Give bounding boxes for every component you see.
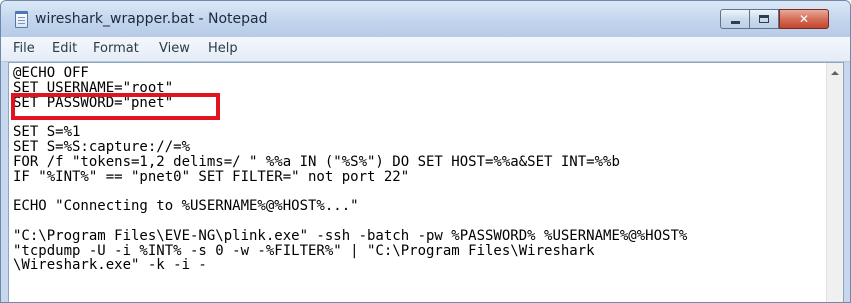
maximize-icon: [759, 15, 769, 23]
title-bar[interactable]: wireshark_wrapper.bat - Notepad ✕: [1, 1, 850, 37]
text-area[interactable]: @ECHO OFF SET USERNAME="root" SET PASSWO…: [13, 66, 821, 302]
text-line: "C:\Program Files\EVE-NG\plink.exe" -ssh…: [13, 227, 688, 244]
vertical-scrollbar[interactable]: [826, 63, 843, 302]
text-line: ECHO "Connecting to %USERNAME%@%HOST%...…: [13, 198, 359, 215]
minimize-icon: [730, 21, 740, 24]
text-line: \Wireshark.exe" -k -i -: [13, 257, 207, 274]
text-line: IF "%INT%" == "pnet0" SET FILTER=" not p…: [13, 168, 410, 185]
text-line: "tcpdump -U -i %INT% -s 0 -w -%FILTER%" …: [13, 242, 595, 259]
text-line: [13, 110, 821, 125]
editor[interactable]: @ECHO OFF SET USERNAME="root" SET PASSWO…: [8, 62, 844, 302]
maximize-button[interactable]: [750, 9, 779, 29]
text-line: SET S=%1: [13, 124, 81, 141]
close-button[interactable]: ✕: [779, 9, 829, 29]
close-icon: ✕: [798, 12, 810, 26]
minimize-button[interactable]: [720, 9, 750, 29]
menu-help[interactable]: Help: [208, 41, 238, 56]
scroll-up-arrow-icon[interactable]: [831, 71, 839, 75]
notepad-window: wireshark_wrapper.bat - Notepad ✕ File E…: [0, 0, 851, 303]
text-line: FOR /f "tokens=1,2 delims=/ " %%a IN ("%…: [13, 153, 620, 170]
menu-edit[interactable]: Edit: [52, 41, 77, 56]
menu-file[interactable]: File: [13, 41, 35, 56]
text-line: SET USERNAME="root": [13, 79, 174, 96]
text-line: SET PASSWORD="pnet": [13, 94, 174, 111]
text-line: [13, 184, 821, 199]
menu-view[interactable]: View: [159, 41, 190, 56]
window-title: wireshark_wrapper.bat - Notepad: [35, 11, 268, 27]
text-line: [13, 214, 821, 229]
text-line: SET S=%S:capture://=%: [13, 138, 191, 155]
notepad-icon[interactable]: [15, 11, 28, 28]
text-line: @ECHO OFF: [13, 66, 89, 81]
menu-bar: File Edit Format View Help: [1, 37, 850, 62]
menu-format[interactable]: Format: [93, 41, 139, 56]
